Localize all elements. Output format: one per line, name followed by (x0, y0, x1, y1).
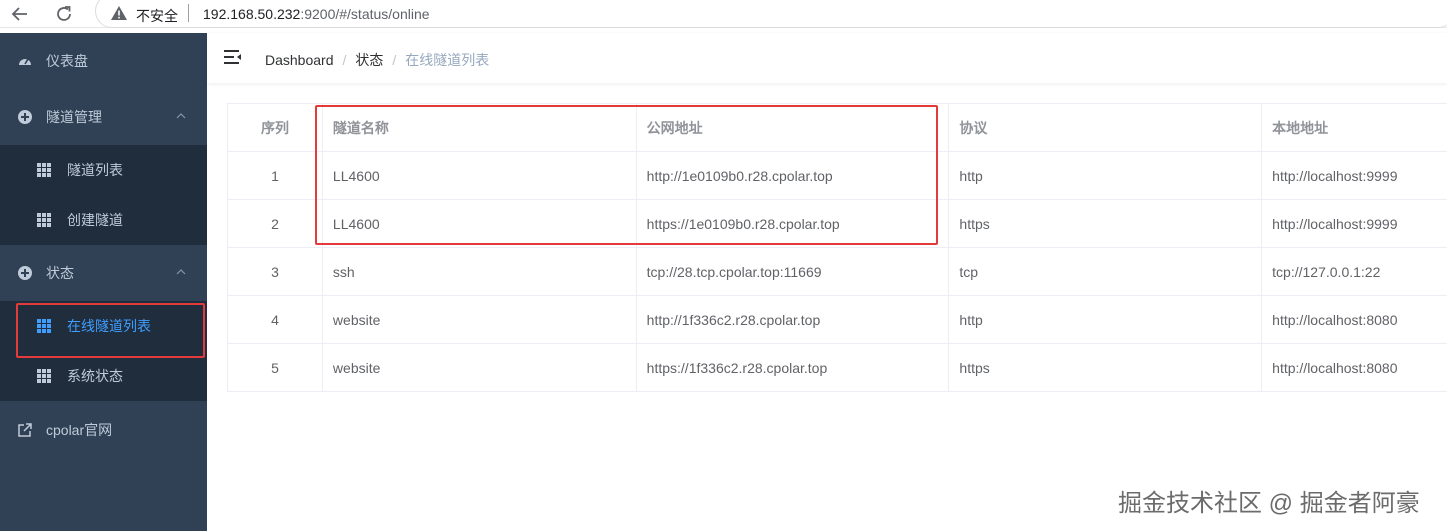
sidebar-item-label: cpolar官网 (46, 422, 113, 438)
cell-public-url: https://1f336c2.r28.cpolar.top (637, 344, 950, 391)
back-arrow-icon (11, 7, 27, 21)
column-header-protocol: 协议 (949, 104, 1263, 151)
browser-toolbar: 不安全 192.168.50.232:9200/#/status/online (0, 0, 1447, 28)
breadcrumb-current: 在线隧道列表 (405, 52, 490, 68)
reload-icon (57, 6, 71, 21)
sidebar-item-label: 创建隧道 (67, 212, 123, 228)
chevron-up-icon (176, 269, 186, 275)
url-host: 192.168.50.232 (203, 6, 301, 22)
sidebar-item-label: 隧道管理 (46, 109, 102, 125)
cell-name: website (323, 344, 637, 391)
breadcrumb-status: 状态 (355, 52, 384, 68)
cell-protocol: tcp (949, 248, 1263, 295)
column-header-local-address: 本地地址 (1272, 119, 1329, 136)
highlight-box-sidebar (16, 303, 205, 358)
cell-index: 4 (228, 296, 323, 343)
cell-public-url: http://1f336c2.r28.cpolar.top (637, 296, 950, 343)
table-row: 5 website https://1f336c2.r28.cpolar.top… (228, 344, 1447, 392)
breadcrumb: Dashboard / 状态 / 在线隧道列表 (265, 50, 489, 70)
tunnel-manage-icon (18, 110, 32, 124)
cell-index: 3 (228, 248, 323, 295)
sidebar-item-dashboard[interactable]: 仪表盘 (0, 33, 207, 89)
cell-protocol: https (949, 200, 1263, 247)
watermark: 掘金技术社区 @ 掘金者阿豪 (1118, 490, 1420, 517)
sidebar-item-label: 隧道列表 (67, 162, 123, 178)
cell-protocol: http (949, 152, 1263, 199)
cell-index: 5 (228, 344, 323, 391)
submenu-tunnel-manage: 隧道列表 创建隧道 (0, 145, 207, 245)
hamburger-icon[interactable] (224, 50, 241, 64)
cell-protocol: https (949, 344, 1263, 391)
not-secure-label: 不安全 (136, 8, 178, 24)
sidebar-item-label: 系统状态 (67, 368, 123, 384)
sidebar-item-tunnel-list[interactable]: 隧道列表 (0, 145, 207, 195)
sidebar-item-label: 仪表盘 (46, 53, 88, 69)
cell-local-address: http://localhost:8080 (1272, 359, 1398, 376)
sidebar-item-tunnel-manage[interactable]: 隧道管理 (0, 89, 207, 145)
cell-local-address: http://localhost:8080 (1272, 311, 1398, 328)
status-icon (18, 266, 32, 280)
cell-protocol: http (949, 296, 1263, 343)
breadcrumb-separator: / (392, 52, 397, 68)
cell-local-address: tcp://127.0.0.1:22 (1272, 263, 1381, 280)
sidebar-item-label: 状态 (46, 265, 74, 281)
breadcrumb-separator: / (342, 52, 347, 68)
url-text[interactable]: 192.168.50.232:9200/#/status/online (203, 6, 430, 22)
table-icon (37, 213, 51, 227)
external-link-icon (18, 423, 32, 437)
navbar: Dashboard / 状态 / 在线隧道列表 (207, 33, 1447, 83)
cell-local-address: http://localhost:9999 (1272, 215, 1398, 232)
table-icon (37, 369, 51, 383)
table-row: 3 ssh tcp://28.tcp.cpolar.top:11669 tcp … (228, 248, 1447, 296)
sidebar-item-cpolar-site[interactable]: cpolar官网 (0, 402, 207, 458)
table-row: 4 website http://1f336c2.r28.cpolar.top … (228, 296, 1447, 344)
back-button[interactable] (8, 2, 32, 26)
sidebar-item-system-status[interactable]: 系统状态 (0, 351, 207, 401)
sidebar-item-status[interactable]: 状态 (0, 245, 207, 301)
address-divider (188, 4, 189, 22)
cell-name: website (323, 296, 637, 343)
warning-icon (111, 6, 127, 20)
sidebar: 仪表盘 隧道管理 隧道列表 创建隧道 状态 在线隧道列表 系统状态 cpolar… (0, 33, 207, 531)
url-path: :9200/#/status/online (300, 6, 430, 22)
dashboard-icon (19, 58, 31, 65)
breadcrumb-dashboard[interactable]: Dashboard (265, 52, 334, 68)
cell-index: 2 (228, 200, 323, 247)
chevron-up-icon (176, 113, 186, 119)
highlight-box-table (315, 105, 938, 245)
cell-name: ssh (323, 248, 637, 295)
table-icon (37, 163, 51, 177)
cell-local-address: http://localhost:9999 (1272, 167, 1398, 184)
reload-button[interactable] (52, 2, 76, 26)
sidebar-item-create-tunnel[interactable]: 创建隧道 (0, 195, 207, 245)
column-header-index: 序列 (228, 104, 323, 151)
cell-public-url: tcp://28.tcp.cpolar.top:11669 (637, 248, 950, 295)
cell-index: 1 (228, 152, 323, 199)
